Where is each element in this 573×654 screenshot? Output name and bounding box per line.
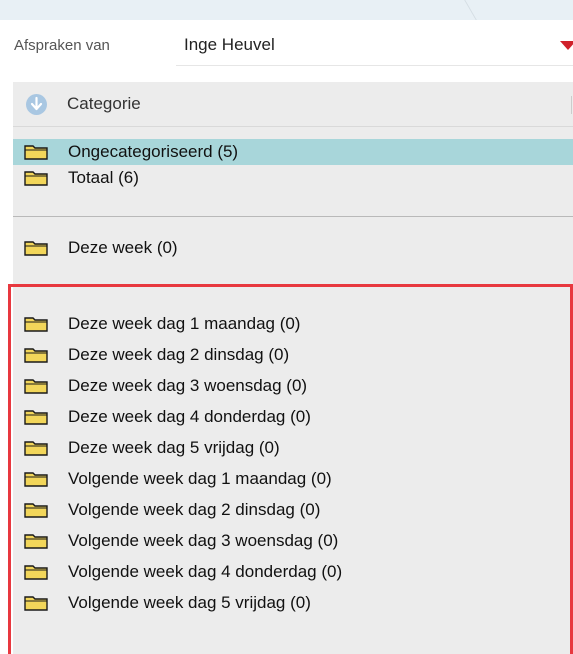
group-divider	[13, 216, 573, 217]
folder-icon	[24, 241, 48, 256]
sort-down-icon[interactable]	[26, 94, 47, 115]
strip-divider	[464, 0, 477, 20]
list-item[interactable]: Totaal (6)	[13, 165, 573, 191]
list-item-label: Totaal (6)	[68, 168, 139, 187]
appointments-category-view: Afspraken van Inge Heuvel Categorie Onge…	[0, 0, 573, 654]
owner-select[interactable]: Inge Heuvel	[184, 35, 275, 55]
list-item-label: Ongecategoriseerd (5)	[68, 142, 239, 161]
highlight-box	[8, 284, 573, 654]
column-separator	[571, 96, 572, 114]
category-header-label: Categorie	[67, 94, 141, 113]
category-column-header[interactable]: Categorie	[13, 82, 573, 127]
folder-icon	[24, 145, 48, 160]
owner-select-underline	[176, 65, 573, 66]
list-item[interactable]: Ongecategoriseerd (5)	[13, 139, 573, 165]
list-item-deze-week[interactable]: Deze week (0)	[13, 235, 573, 261]
dropdown-arrow-icon[interactable]	[560, 41, 573, 50]
folder-icon	[24, 171, 48, 186]
list-item-label: Deze week (0)	[68, 238, 178, 257]
owner-label: Afspraken van	[14, 37, 110, 54]
owner-row: Afspraken van Inge Heuvel	[0, 20, 573, 72]
top-strip	[0, 0, 573, 20]
